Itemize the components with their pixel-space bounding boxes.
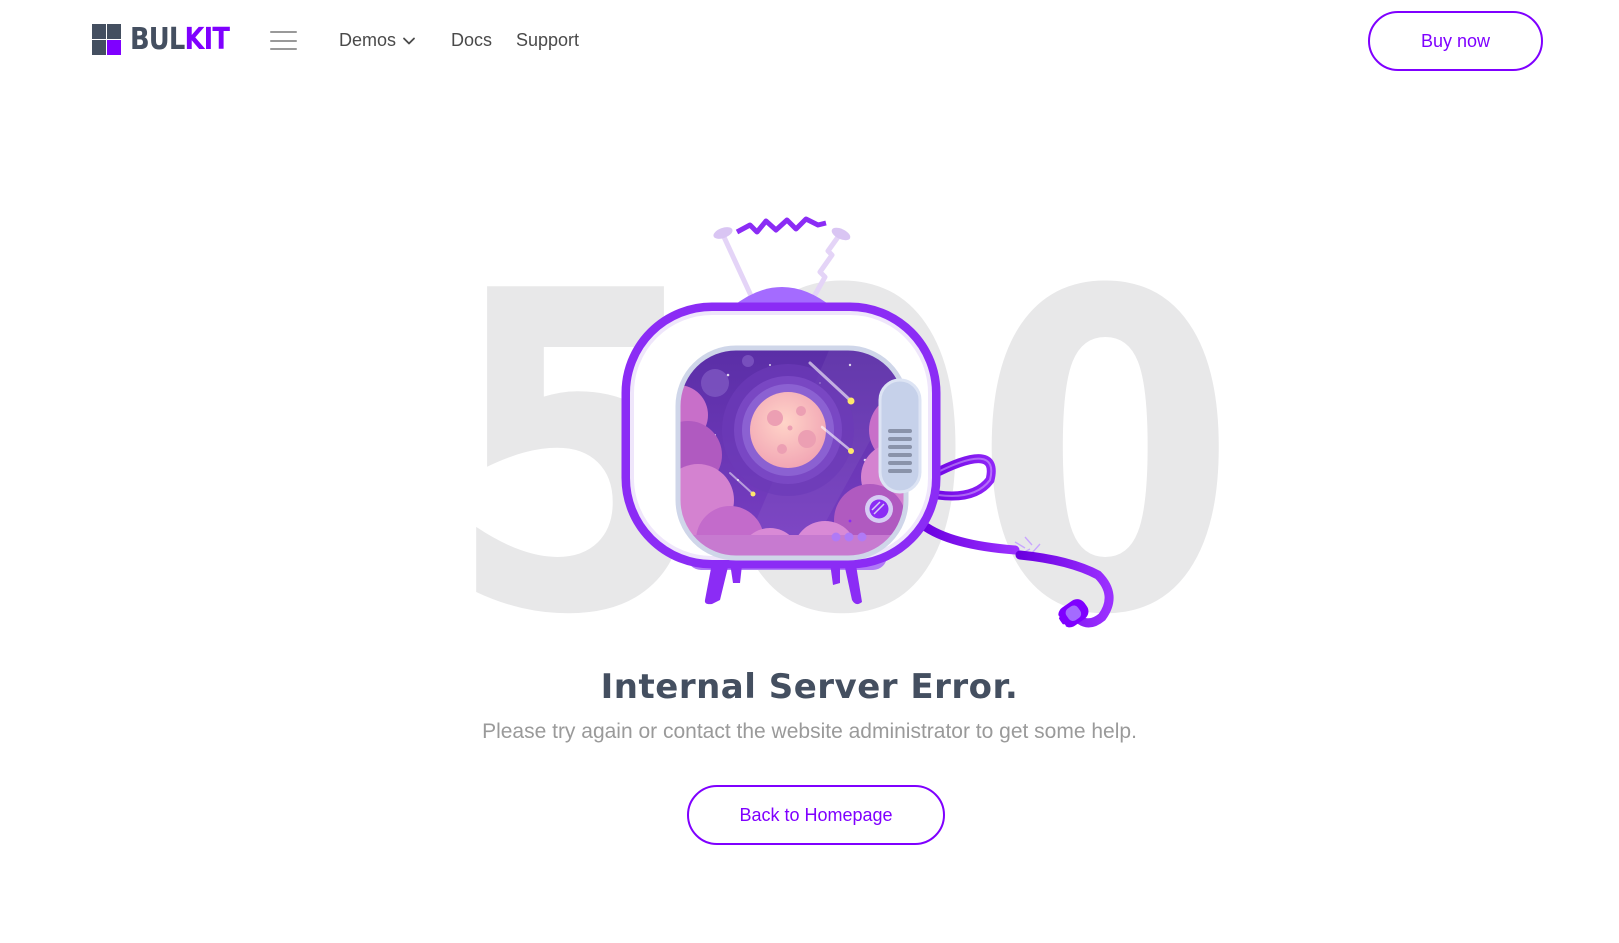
logo-text-part-2: KIT: [184, 22, 230, 57]
logo-mark-icon: [92, 24, 121, 55]
buy-now-button[interactable]: Buy now: [1368, 11, 1543, 71]
page-title: Internal Server Error.: [600, 667, 1019, 707]
logo[interactable]: BULKIT: [92, 24, 245, 55]
logo-text-part-1: BUL: [130, 22, 185, 57]
chevron-down-icon[interactable]: [401, 33, 417, 49]
hamburger-icon[interactable]: [270, 31, 297, 50]
broken-tv-illustration: [621, 216, 1114, 635]
nav-support[interactable]: Support: [516, 29, 579, 51]
navbar: BULKIT Demos Docs Support Buy now: [0, 0, 1619, 80]
logo-text: BULKIT: [130, 22, 230, 57]
page-subtitle: Please try again or contact the website …: [482, 720, 1137, 743]
back-to-homepage-button[interactable]: Back to Homepage: [687, 785, 945, 845]
nav-demos[interactable]: Demos: [339, 29, 396, 51]
nav-docs[interactable]: Docs: [451, 29, 492, 51]
